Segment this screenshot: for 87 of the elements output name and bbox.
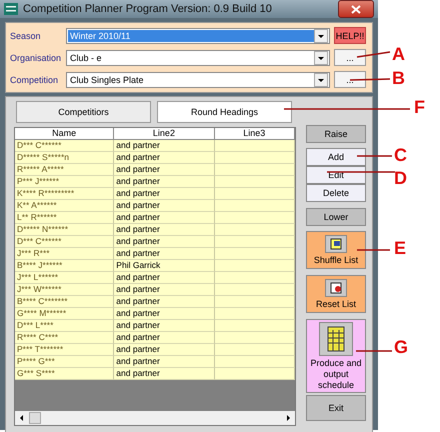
table-cell: and partner: [114, 212, 215, 224]
window-title: Competition Planner Program Version: 0.9 Build 10: [23, 3, 273, 15]
table-cell: G*** S****: [15, 368, 114, 380]
table-cell: and partner: [114, 320, 215, 332]
table-cell: and partner: [114, 368, 215, 380]
shuffle-icon: [325, 234, 347, 252]
callout-letter: G: [394, 337, 408, 357]
tab[interactable]: Round Headings: [157, 101, 292, 123]
close-icon: [351, 4, 361, 14]
leader-line: [356, 350, 392, 352]
help-button[interactable]: HELP!!: [334, 27, 366, 44]
action-button[interactable]: Shuffle List: [306, 231, 366, 269]
table-cell: and partner: [114, 296, 215, 308]
tab[interactable]: Competitiors: [16, 101, 151, 123]
callout-letter: B: [392, 68, 405, 88]
close-button[interactable]: [338, 0, 374, 18]
calendar-grid-icon: [319, 322, 353, 356]
action-button[interactable]: Delete: [306, 184, 366, 202]
table-cell: Phil Garrick: [114, 260, 215, 272]
table-cell: and partner: [114, 356, 215, 368]
field-label: Competition: [10, 74, 60, 84]
callout-letter: C: [394, 145, 407, 165]
table-cell: B**** J******: [15, 260, 114, 272]
table-cell: and partner: [114, 224, 215, 236]
table-cell: J*** L******: [15, 272, 114, 284]
caret-icon: [314, 50, 328, 64]
action-button[interactable]: Raise: [306, 125, 366, 143]
reset-icon: [325, 278, 347, 296]
action-button[interactable]: Reset List: [306, 275, 366, 313]
table-cell: and partner: [114, 308, 215, 320]
action-button[interactable]: Exit: [306, 395, 366, 421]
table-cell: and partner: [114, 236, 215, 248]
callout-letter: D: [394, 168, 407, 188]
table-cell: and partner: [114, 164, 215, 176]
leader-line: [357, 249, 390, 251]
table-cell: J*** W******: [15, 284, 114, 296]
horizontal-scrollbar[interactable]: [15, 411, 295, 425]
scroll-thumb[interactable]: [29, 412, 41, 424]
dropdown-field[interactable]: Club Singles Plate: [66, 72, 330, 88]
action-button[interactable]: Produce and output schedule: [306, 319, 366, 393]
table-cell: R***** A*****: [15, 164, 114, 176]
table-cell: R**** C****: [15, 332, 114, 344]
table-cell: and partner: [114, 248, 215, 260]
table-cell: and partner: [114, 188, 215, 200]
column-header[interactable]: Name: [15, 128, 114, 140]
column-header[interactable]: Line2: [114, 128, 215, 140]
table-cell: P**** G***: [15, 356, 114, 368]
table-cell: and partner: [114, 152, 215, 164]
field-label: Season: [10, 30, 42, 40]
action-button[interactable]: Lower: [306, 208, 366, 226]
table-cell: and partner: [114, 344, 215, 356]
dropdown-field[interactable]: Club - e: [66, 50, 330, 66]
table-cell: P*** J******: [15, 176, 114, 188]
caret-icon: [314, 72, 328, 86]
field-label: Organisation: [10, 52, 62, 62]
table-cell: L** R******: [15, 212, 114, 224]
action-button[interactable]: Add: [306, 148, 366, 166]
browse-button[interactable]: ...: [334, 71, 366, 88]
leader-line: [350, 78, 390, 81]
table-cell: P*** T*******: [15, 344, 114, 356]
table-cell: and partner: [114, 284, 215, 296]
caret-icon: [314, 28, 328, 42]
table-cell: and partner: [114, 332, 215, 344]
table-cell: K**** R*********: [15, 188, 114, 200]
table-cell: D***** S*****n: [15, 152, 114, 164]
table-cell: D*** C******: [15, 140, 114, 152]
table-cell: K** A******: [15, 200, 114, 212]
table-cell: and partner: [114, 176, 215, 188]
dropdown-field[interactable]: Winter 2010/11: [66, 28, 330, 44]
browse-button[interactable]: ...: [334, 49, 366, 66]
callout-letter: F: [414, 97, 425, 117]
table-cell: and partner: [114, 140, 215, 152]
leader-line: [357, 155, 392, 157]
column-header[interactable]: Line3: [214, 128, 295, 140]
leader-line: [327, 171, 395, 173]
table-cell: D*** L****: [15, 320, 114, 332]
table-cell: B**** C*******: [15, 296, 114, 308]
table-cell: G**** M******: [15, 308, 114, 320]
callout-letter: E: [394, 238, 406, 258]
table-cell: D***** N******: [15, 224, 114, 236]
leader-line: [357, 51, 390, 58]
table-cell: D*** C******: [15, 236, 114, 248]
callout-letter: A: [392, 44, 405, 64]
table-cell: and partner: [114, 200, 215, 212]
table-cell: and partner: [114, 272, 215, 284]
app-icon: [4, 3, 18, 15]
table-cell: J*** R***: [15, 248, 114, 260]
